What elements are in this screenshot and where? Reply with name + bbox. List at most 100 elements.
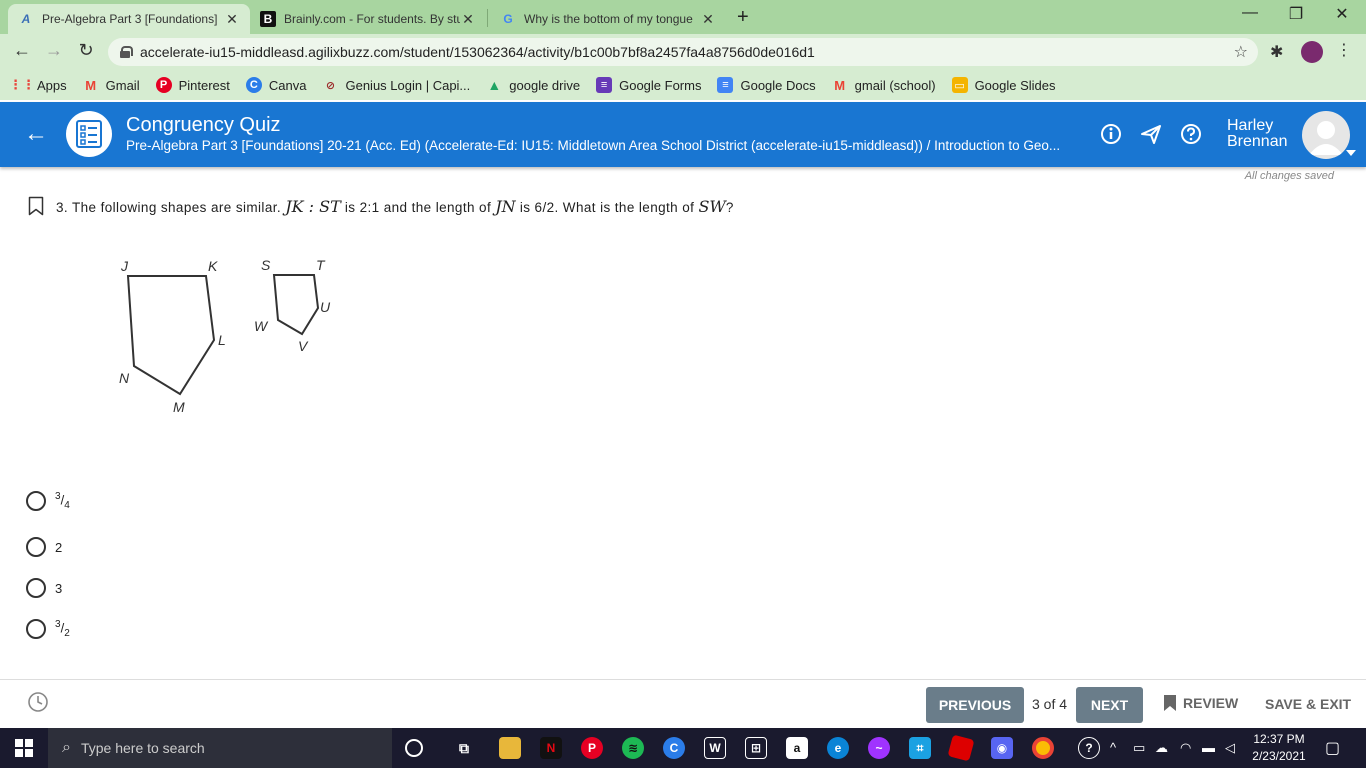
- google-drive-icon: ▲: [487, 77, 502, 93]
- wifi-icon[interactable]: ◠: [1180, 740, 1191, 756]
- pentagon-jklmn: [126, 275, 216, 396]
- vertex-label-l: L: [218, 332, 226, 348]
- address-bar[interactable]: accelerate-iu15-middleasd.agilixbuzz.com…: [108, 38, 1258, 66]
- question-text-part: is 6/2. What is the length of: [519, 200, 695, 215]
- onedrive-icon[interactable]: ☁: [1155, 740, 1168, 756]
- save-exit-button[interactable]: SAVE & EXIT: [1265, 696, 1351, 712]
- wattpad-icon[interactable]: W: [704, 737, 726, 759]
- close-tab-icon[interactable]: ✕: [460, 11, 476, 28]
- restore-icon[interactable]: ❐: [1284, 4, 1308, 24]
- bookmark-label: Google Slides: [974, 77, 1056, 93]
- tab-google-search[interactable]: G Why is the bottom of my tongue ✕: [490, 4, 726, 34]
- messenger-icon[interactable]: ~: [868, 737, 890, 759]
- bookmark-pinterest[interactable]: P Pinterest: [155, 77, 230, 93]
- windows-start-icon[interactable]: [0, 728, 48, 768]
- segment-jn: JN: [495, 197, 516, 216]
- taskbar-search-input[interactable]: ⌕ Type here to search: [48, 728, 392, 768]
- search-placeholder: Type here to search: [80, 740, 205, 756]
- help-icon[interactable]: [1179, 122, 1203, 146]
- meet-now-icon[interactable]: ▭: [1133, 740, 1145, 756]
- spotify-icon[interactable]: ≋: [622, 737, 644, 759]
- review-button[interactable]: REVIEW: [1163, 694, 1238, 712]
- fraction-numerator: 3: [55, 619, 61, 631]
- previous-button[interactable]: PREVIOUS: [926, 687, 1024, 723]
- vertex-label-u: U: [320, 299, 331, 315]
- vertex-label-k: K: [208, 258, 218, 274]
- chrome-icon[interactable]: [1032, 737, 1054, 759]
- chevron-down-icon[interactable]: [1346, 150, 1356, 156]
- amazon-icon[interactable]: a: [786, 737, 808, 759]
- question-text: 3. The following shapes are similar. JK …: [56, 197, 734, 216]
- clock-time: 12:37 PM: [1253, 732, 1305, 746]
- extensions-puzzle-icon[interactable]: ✱: [1270, 42, 1283, 62]
- answer-option-2[interactable]: 2: [26, 537, 62, 557]
- user-name[interactable]: Harley Brennan: [1227, 118, 1288, 150]
- cortana-icon[interactable]: [405, 739, 423, 757]
- new-tab-icon[interactable]: +: [737, 6, 749, 29]
- vertex-label-w: W: [254, 318, 269, 334]
- volume-icon[interactable]: ◁: [1225, 740, 1235, 756]
- roblox-icon[interactable]: [947, 734, 975, 762]
- google-slides-icon: ▭: [951, 77, 968, 93]
- file-explorer-icon[interactable]: [499, 737, 521, 759]
- breadcrumb[interactable]: Pre-Algebra Part 3 [Foundations] 20-21 (…: [126, 138, 1088, 153]
- pinterest-app-icon[interactable]: P: [581, 737, 603, 759]
- tab-brainly[interactable]: B Brainly.com - For students. By stu ✕: [250, 4, 486, 34]
- task-view-icon[interactable]: ⧉: [453, 737, 475, 759]
- edge-icon[interactable]: e: [827, 737, 849, 759]
- fraction-denominator: 4: [64, 499, 70, 511]
- store-icon[interactable]: ⊞: [745, 737, 767, 759]
- bookmark-star-icon[interactable]: ☆: [1234, 42, 1248, 62]
- vertex-label-n: N: [119, 370, 130, 386]
- close-tab-icon[interactable]: ✕: [700, 11, 716, 28]
- close-tab-icon[interactable]: ✕: [224, 11, 240, 28]
- answer-option-1[interactable]: 3/4: [26, 491, 70, 511]
- minimize-icon[interactable]: —: [1238, 4, 1262, 22]
- bookmark-gmail-school[interactable]: M gmail (school): [832, 77, 935, 93]
- radio-button[interactable]: [26, 537, 46, 557]
- tab-pre-algebra[interactable]: A Pre-Algebra Part 3 [Foundations] ✕: [8, 4, 250, 34]
- browser-profile-avatar[interactable]: [1301, 41, 1323, 63]
- discord-icon[interactable]: ◉: [991, 737, 1013, 759]
- radio-button[interactable]: [26, 491, 46, 511]
- bookmark-google-docs[interactable]: ≡ Google Docs: [717, 77, 816, 93]
- radio-button[interactable]: [26, 578, 46, 598]
- bookmark-google-slides[interactable]: ▭ Google Slides: [951, 77, 1056, 93]
- send-icon[interactable]: [1139, 122, 1163, 146]
- radio-button[interactable]: [26, 619, 46, 639]
- answer-option-3[interactable]: 3: [26, 578, 62, 598]
- canva-app-icon[interactable]: C: [663, 737, 685, 759]
- network-app-icon[interactable]: ⌗: [909, 737, 931, 759]
- reload-icon[interactable]: ↻: [74, 40, 98, 61]
- bookmark-google-drive[interactable]: ▲ google drive: [486, 77, 580, 93]
- close-window-icon[interactable]: ✕: [1330, 4, 1354, 24]
- bookmark-label: Pinterest: [178, 77, 230, 93]
- forward-icon[interactable]: →: [42, 40, 66, 61]
- answer-option-4[interactable]: 3/2: [26, 619, 70, 639]
- bookmark-gmail[interactable]: M Gmail: [83, 77, 139, 93]
- notifications-icon[interactable]: ▢: [1325, 738, 1340, 758]
- info-icon[interactable]: [1099, 122, 1123, 146]
- bookmark-genius[interactable]: ⊘ Genius Login | Capi...: [322, 77, 470, 93]
- netflix-icon[interactable]: N: [540, 737, 562, 759]
- question-mark: ?: [725, 200, 734, 215]
- browser-menu-icon[interactable]: ⋮: [1336, 40, 1352, 60]
- bookmark-question-icon[interactable]: [28, 196, 44, 216]
- taskbar-clock[interactable]: 12:37 PM 2/23/2021: [1244, 731, 1314, 765]
- pentagon-stuvw: [272, 274, 320, 336]
- fraction-value: 3/2: [55, 619, 70, 639]
- app-header: ← Congruency Quiz Pre-Algebra Part 3 [Fo…: [0, 102, 1366, 167]
- bookmark-canva[interactable]: C Canva: [245, 77, 306, 93]
- next-button[interactable]: NEXT: [1076, 687, 1143, 723]
- back-arrow-icon[interactable]: ←: [24, 120, 48, 148]
- question-text-part: is 2:1 and the length of: [344, 200, 492, 215]
- avatar[interactable]: [1302, 111, 1350, 159]
- bookmark-apps[interactable]: ⋮⋮ Apps: [9, 77, 67, 93]
- google-forms-icon: ≡: [596, 77, 613, 93]
- battery-icon[interactable]: ▬: [1202, 740, 1215, 755]
- back-icon[interactable]: ←: [10, 40, 34, 61]
- chevron-up-icon[interactable]: ^: [1110, 740, 1116, 755]
- clock-icon[interactable]: [27, 691, 49, 713]
- bookmark-google-forms[interactable]: ≡ Google Forms: [596, 77, 701, 93]
- help-tray-icon[interactable]: ?: [1078, 737, 1100, 759]
